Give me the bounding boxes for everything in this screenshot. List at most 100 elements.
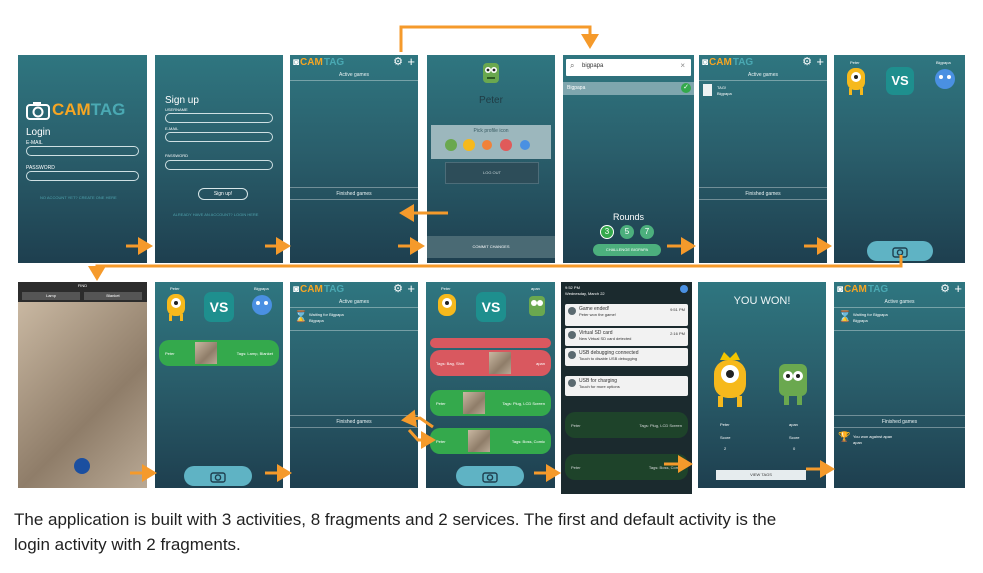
- gear-icon[interactable]: ⚙: [393, 283, 403, 296]
- status-time: 9:52 PM: [565, 285, 580, 290]
- game-list-item[interactable]: ⌛ Waiting for Bigpapa Bigpapa: [294, 310, 414, 328]
- search-icon: ⌕: [570, 61, 575, 70]
- search-bar[interactable]: ⌕ bigpapa ×: [566, 59, 691, 76]
- notification-time: 9:51 PM: [670, 307, 685, 312]
- round-row[interactable]: Peter Tags: Plug, LCD Screen: [430, 390, 551, 416]
- add-game-icon[interactable]: +: [954, 282, 962, 296]
- vs-badge: VS: [886, 67, 914, 95]
- camera-button[interactable]: [456, 466, 524, 486]
- versus-screen-rounds: Peter apan VS Tags: Bag, Shirt apan Pete…: [426, 282, 555, 488]
- search-input[interactable]: bigpapa: [582, 63, 603, 69]
- notification-item[interactable]: USB debugging connected Touch to disable…: [565, 348, 688, 366]
- round-row[interactable]: Tags: Bag, Shirt apan: [430, 350, 551, 376]
- camera-button[interactable]: [867, 241, 933, 261]
- notification-item[interactable]: USB for charging Touch for more options: [565, 376, 688, 396]
- player-right-name: apan: [531, 286, 540, 291]
- loser-avatar: [779, 364, 807, 405]
- games-screen-waiting: ◙ CAM TAG ⚙ + Active games ⌛ Waiting for B…: [290, 282, 418, 488]
- camera-icon: [26, 102, 50, 120]
- player-right-avatar: [252, 295, 272, 315]
- finished-sub: apan: [853, 440, 862, 445]
- user-icon[interactable]: [680, 285, 688, 293]
- winner-score: 2: [724, 446, 727, 451]
- round-player: apan: [536, 360, 545, 366]
- brand-cam: CAM: [300, 283, 323, 295]
- game-list-item[interactable]: ⌛ Waiting for Bigpapa Bigpapa: [838, 310, 958, 328]
- games-screen-finished: ◙ CAM TAG ⚙ + Active games ⌛ Waiting for B…: [834, 282, 965, 488]
- player-left-avatar: [438, 294, 456, 316]
- notification-time: 2:16 PM: [670, 331, 685, 336]
- vs-badge: VS: [204, 292, 234, 322]
- game-title: Waiting for Bigpapa: [309, 312, 344, 317]
- check-icon: ✓: [681, 83, 691, 93]
- divider: [699, 187, 827, 188]
- round-player: Peter: [436, 400, 446, 406]
- create-account-link[interactable]: NO ACCOUNT YET? CREATE ONE HERE: [40, 195, 117, 200]
- commit-button[interactable]: COMMIT CHANGES: [427, 236, 555, 258]
- username-field[interactable]: [165, 113, 273, 123]
- round-tags: Tags: Boss, Comic: [648, 464, 682, 470]
- app-header: ◙ CAM TAG ⚙ +: [290, 55, 418, 69]
- login-brand: CAMTAG: [26, 100, 125, 120]
- game-sub: Bigpapa: [309, 318, 324, 323]
- finished-games-heading: Finished games: [881, 419, 918, 425]
- search-result-row[interactable]: Bigpapa ✓: [563, 82, 694, 95]
- notification-item[interactable]: Game ended! Peter won the game! 9:51 PM: [565, 304, 688, 326]
- camera-top-bar: FIND Lamp Blanket: [18, 282, 147, 302]
- login-link[interactable]: ALREADY HAVE AN ACCOUNT? LOGIN HERE: [173, 212, 258, 217]
- add-game-icon[interactable]: +: [407, 282, 415, 296]
- player-right-avatar: [529, 296, 545, 316]
- app-header: ◙ CAM TAG ⚙ +: [290, 282, 418, 296]
- game-sub: Bigpapa: [853, 318, 868, 323]
- notification-item[interactable]: Virtual SD card New Virtual SD card dete…: [565, 328, 688, 346]
- gear-icon[interactable]: ⚙: [393, 56, 403, 69]
- camera-button[interactable]: [184, 466, 252, 486]
- signup-title: Sign up: [165, 95, 199, 106]
- add-game-icon[interactable]: +: [816, 55, 824, 69]
- hourglass-icon: ⌛: [294, 311, 308, 323]
- add-game-icon[interactable]: +: [407, 55, 415, 69]
- round-tags: Tags: Bag, Shirt: [436, 360, 465, 366]
- shutter-button[interactable]: [74, 458, 90, 474]
- gear-icon[interactable]: ⚙: [802, 56, 812, 69]
- round-row[interactable]: [430, 338, 551, 348]
- round-tags: Tags: Boss, Comic: [511, 438, 545, 444]
- finished-list-item[interactable]: 🏆 You won against apan apan: [838, 432, 958, 450]
- player-right-avatar: [935, 69, 955, 89]
- result-name: Bigpapa: [567, 85, 586, 91]
- header-brand: ◙ CAM TAG: [293, 283, 345, 295]
- notification-sub: Touch to disable USB debugging: [579, 356, 638, 361]
- player-left-avatar: [847, 68, 865, 95]
- view-tags-button[interactable]: VIEW TAGS: [716, 470, 806, 480]
- round-row[interactable]: Peter Tags: Lamp, Blanket: [159, 340, 279, 366]
- challenge-button[interactable]: CHALLENGE BIGPAPA: [593, 244, 661, 256]
- active-games-heading: Active games: [338, 72, 369, 78]
- trophy-icon: 🏆: [838, 432, 851, 443]
- monster-icon-row[interactable]: [443, 137, 543, 153]
- round-photo: [467, 430, 490, 452]
- hourglass-icon: ⌛: [838, 311, 852, 323]
- signup-button[interactable]: Sign up!: [198, 188, 248, 200]
- divider: [290, 199, 418, 200]
- game-list-item[interactable]: TAG! Bigpapa: [703, 84, 823, 100]
- player-left-name: Peter: [170, 286, 180, 291]
- signup-password-field[interactable]: [165, 160, 273, 170]
- round-option[interactable]: 3: [600, 225, 614, 239]
- email-field[interactable]: [26, 146, 139, 156]
- brand-cam: CAM: [844, 283, 867, 295]
- password-field[interactable]: [26, 171, 139, 181]
- games-screen-empty: ◙ CAM TAG ⚙ + Active games Finished games: [290, 55, 418, 263]
- round-row[interactable]: Peter Tags: Boss, Comic: [430, 428, 551, 454]
- gear-icon[interactable]: ⚙: [940, 283, 950, 296]
- usb-icon: [568, 379, 576, 387]
- finished-title: You won against apan: [853, 434, 893, 439]
- profile-name: Peter: [479, 95, 503, 106]
- close-icon[interactable]: ×: [680, 61, 685, 70]
- round-option[interactable]: 5: [620, 225, 634, 239]
- login-title: Login: [26, 127, 51, 138]
- signup-email-field[interactable]: [165, 132, 273, 142]
- round-option[interactable]: 7: [640, 225, 654, 239]
- signup-screen: Sign up USERNAME E-MAIL PASSWORD Sign up…: [155, 55, 283, 263]
- logout-button[interactable]: LOG OUT: [445, 162, 539, 184]
- signup-email-label: E-MAIL: [165, 126, 179, 131]
